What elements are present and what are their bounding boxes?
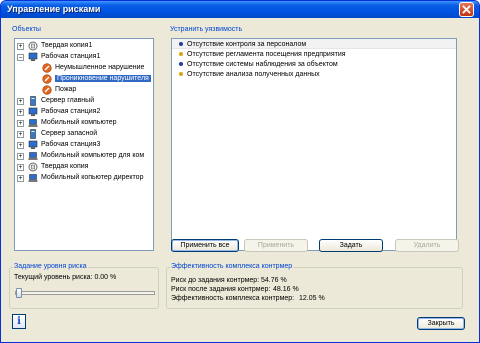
expand-icon[interactable]: + [17,131,24,138]
info-icon: i [17,316,21,327]
tree-item-label: Мобильный компьютер для ком [41,152,145,159]
effectiveness-group-label: Эффективность комплекса контрмер [170,263,294,270]
collapse-icon[interactable]: − [17,54,24,61]
risk-management-window: Управление рисками Объекты + Твердая копи… [0,0,480,343]
tree-item-label: Сервер главный [41,97,95,104]
tree-item[interactable]: + Сервер главный [15,96,153,107]
expand-icon[interactable]: + [17,164,24,171]
bullet-icon [179,62,183,66]
tree-item[interactable]: − Рабочая станция1 [15,52,153,63]
tree-item-label: Мобильный копьютер директор [41,174,144,181]
window-title: Управление рисками [7,4,101,14]
risk-level-group-label: Задание уровня риска [13,263,88,270]
objects-group-label: Объекты [12,26,41,33]
bullet-icon [179,42,183,46]
apply-all-button[interactable]: Применить все [171,239,239,252]
close-window-button[interactable] [459,2,474,17]
tree-item-label: Рабочая станция3 [41,141,101,148]
threat-icon [42,74,52,84]
tree-item[interactable]: + Сервер запасной [15,129,153,140]
workstation-icon [28,52,38,62]
tree-item-label: Сервер запасной [41,130,98,137]
list-item-label: Отсутствие анализа полученных данных [187,70,320,78]
expand-icon[interactable]: + [17,98,24,105]
list-item[interactable]: Отсутствие контроля за персоналом [179,39,306,49]
hard-copy-icon [28,162,38,172]
tree-item[interactable]: + Твердая копия1 [15,41,153,52]
efficiency-label: Эффективность комплекса контрмер: [171,295,295,302]
risk-before-label: Риск до задания контрмер: [171,277,260,284]
server-icon [28,129,38,139]
efficiency-value: 12.05 % [299,295,325,302]
tree-item-label: Пожар [55,86,77,93]
tree-item-label: Твердая копия [41,163,89,170]
expand-icon[interactable]: + [17,43,24,50]
risk-slider-thumb[interactable] [16,288,22,298]
tree-item[interactable]: Неумышленное нарушение [15,63,153,74]
current-risk-level: Текущий уровень риска: 0.00 % [14,274,117,281]
server-icon [28,96,38,106]
tree-item-label: Неумышленное нарушение [55,64,145,71]
laptop-icon [28,151,38,161]
tree-item[interactable]: + Рабочая станция2 [15,107,153,118]
workstation-icon [28,140,38,150]
tree-item-label: Твердая копия1 [41,42,93,49]
info-button[interactable]: i [12,314,26,329]
title-bar: Управление рисками [1,1,479,18]
tree-item-label: Проникновение нарушителя [55,75,151,82]
apply-button[interactable]: Применить [244,239,308,252]
expand-icon[interactable]: + [17,142,24,149]
tree-item-label: Рабочая станция2 [41,108,101,115]
tree-item-label: Рабочая станция1 [41,53,101,60]
expand-icon[interactable]: + [17,120,24,127]
laptop-icon [28,118,38,128]
risk-before-value: 54.76 % [261,277,287,284]
workstation-icon [28,107,38,117]
risk-after-value: 48.16 % [273,286,299,293]
tree-item[interactable]: + Мобильный компьютер [15,118,153,129]
set-button[interactable]: Задать [319,239,383,252]
objects-tree[interactable]: + Твердая копия1 − Рабочая станция1 Неумышле… [14,38,154,251]
list-item[interactable]: Отсутствие регламента посещения предприя… [179,49,346,59]
vulnerabilities-group-label: Устранить уязвимость [170,26,243,33]
tree-item[interactable]: + Рабочая станция3 [15,140,153,151]
close-icon [462,5,471,14]
close-button[interactable]: Закрыть [417,317,465,330]
expand-icon[interactable]: + [17,153,24,160]
list-item-label: Отсутствие регламента посещения предприя… [187,50,346,58]
bullet-icon [179,52,183,56]
list-item[interactable]: Отсутствие системы наблюдения за объекто… [179,59,338,69]
list-item-label: Отсутствие системы наблюдения за объекто… [187,60,338,68]
delete-button[interactable]: Удалить [395,239,459,252]
hard-copy-icon [28,41,38,51]
expand-icon[interactable]: + [17,175,24,182]
tree-item[interactable]: Пожар [15,85,153,96]
threat-icon [42,63,52,73]
list-item[interactable]: Отсутствие анализа полученных данных [179,69,320,79]
risk-after-label: Риск после задания контрмер: [171,286,271,293]
tree-item-label: Мобильный компьютер [41,119,117,126]
tree-item[interactable]: Проникновение нарушителя [15,74,153,85]
risk-slider-track[interactable] [15,291,155,295]
tree-item[interactable]: + Мобильный компьютер для ком [15,151,153,162]
vulnerabilities-list[interactable]: Отсутствие контроля за персоналом Отсутст… [171,38,457,251]
threat-icon [42,85,52,95]
bullet-icon [179,72,183,76]
tree-item[interactable]: + Мобильный копьютер директор [15,173,153,184]
laptop-icon [28,173,38,183]
tree-item[interactable]: + Твердая копия [15,162,153,173]
expand-icon[interactable]: + [17,109,24,116]
list-item-label: Отсутствие контроля за персоналом [187,40,307,48]
